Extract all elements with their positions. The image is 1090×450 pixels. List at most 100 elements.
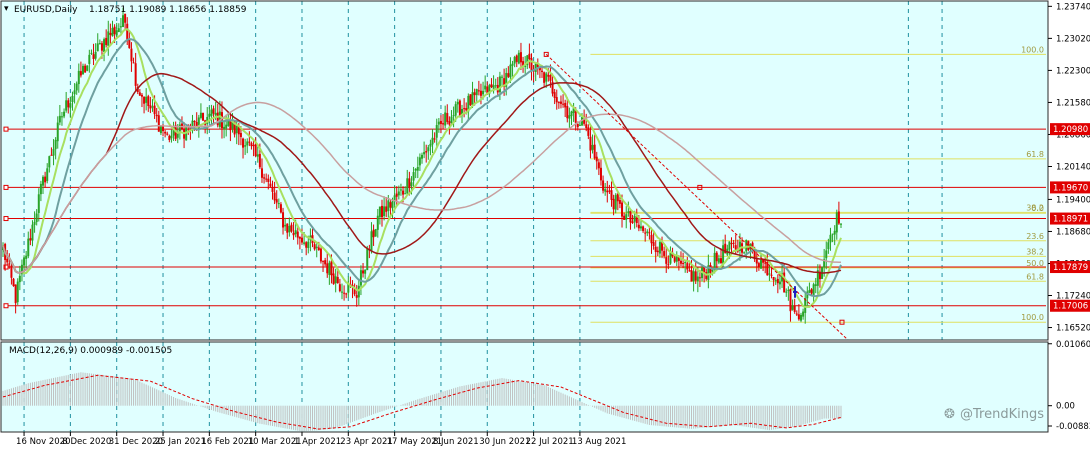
price-level-tag-label: 1.17006 (1053, 302, 1088, 312)
candle-body (395, 193, 398, 197)
candle-body (279, 204, 282, 213)
candle-body (484, 85, 487, 90)
candle-body (698, 277, 701, 279)
candle-body (6, 258, 9, 263)
candle-body (679, 260, 682, 264)
candle-body (528, 53, 531, 60)
candle-body (52, 149, 55, 156)
price-axis-label: 1.21580 (1056, 98, 1090, 108)
candle-body (71, 95, 74, 103)
watermark: @TrendKings (960, 407, 1044, 422)
candle-body (515, 55, 518, 62)
fib-level-label: 23.6 (1026, 232, 1044, 241)
candle-body (265, 178, 268, 180)
candle-body (271, 187, 274, 192)
candle-body (10, 265, 13, 278)
candle-body (450, 116, 453, 123)
watermark-logo-icon: ❂ (944, 407, 955, 422)
candle-body (730, 243, 733, 245)
price-level-handle (3, 126, 9, 132)
candle-body (684, 262, 687, 264)
candle-body (307, 241, 310, 249)
candle-body (602, 180, 605, 191)
candle-body (509, 64, 512, 78)
candle-body (654, 246, 657, 252)
candle-body (835, 212, 838, 233)
candle-body (606, 190, 609, 193)
candle-body (263, 177, 266, 179)
fib-level-label: 38.2 (1026, 247, 1044, 256)
candle-body (147, 96, 150, 107)
candle-body (759, 260, 762, 269)
candle-body (12, 278, 15, 287)
candle-body (77, 70, 80, 85)
candle-body (673, 257, 676, 262)
candle-body (366, 248, 369, 271)
candle-body (159, 125, 162, 134)
candle-body (686, 263, 689, 270)
candle-body (119, 26, 122, 28)
candle-body (446, 113, 449, 122)
candle-body (402, 190, 405, 195)
candle-body (124, 13, 127, 23)
candle-body (383, 206, 386, 216)
candle-body (111, 27, 114, 37)
candle-body (134, 63, 137, 86)
candle-body (298, 236, 301, 239)
candle-body (644, 232, 647, 234)
candle-body (315, 246, 318, 249)
candle-body (357, 285, 360, 298)
chart-menu-icon[interactable]: ▾ (4, 4, 9, 14)
candle-body (629, 210, 632, 223)
candle-body (294, 230, 297, 235)
candle-body (67, 100, 70, 108)
candle-body (425, 151, 428, 153)
candle-body (340, 291, 343, 293)
candle-body (376, 215, 379, 230)
candle-body (164, 131, 167, 134)
price-axis-label: 1.16520 (1056, 324, 1090, 334)
candle-body (448, 121, 451, 125)
candle-body (547, 74, 550, 77)
candle-body (334, 276, 337, 284)
candle-body (35, 213, 38, 223)
price-level-handle (3, 303, 9, 309)
candle-body (86, 65, 89, 71)
candle-body (303, 242, 306, 244)
candle-body (530, 58, 533, 71)
candle-body (239, 132, 242, 138)
candle-body (642, 226, 645, 231)
candle-body (637, 224, 640, 229)
candle-body (585, 124, 588, 129)
candle-body (296, 231, 299, 238)
candle-body (778, 281, 781, 285)
candle-body (140, 94, 143, 97)
candle-body (258, 153, 261, 168)
candle-body (275, 199, 278, 203)
candle-body (667, 264, 670, 266)
candle-body (768, 273, 771, 275)
candle-body (300, 237, 303, 243)
candle-body (362, 270, 365, 274)
candle-body (568, 115, 571, 119)
candle-body (456, 101, 459, 105)
price-level-tag-label: 1.20980 (1053, 125, 1088, 135)
candle-body (421, 154, 423, 159)
candle-body (406, 178, 409, 194)
candle-body (452, 115, 455, 117)
candle-body (840, 223, 842, 225)
candle-body (155, 114, 158, 117)
candle-body (336, 277, 339, 284)
candle-body (501, 76, 504, 78)
price-level-tag-label: 1.17879 (1053, 263, 1088, 273)
candle-body (597, 162, 600, 169)
candle-body (385, 206, 388, 212)
candle-body (292, 232, 295, 236)
candle-body (593, 144, 596, 159)
candle-body (166, 133, 169, 135)
candle-body (517, 52, 520, 64)
candle-body (743, 252, 746, 254)
candle-body (284, 224, 287, 227)
candle-body (633, 215, 636, 222)
candle-body (414, 168, 417, 171)
